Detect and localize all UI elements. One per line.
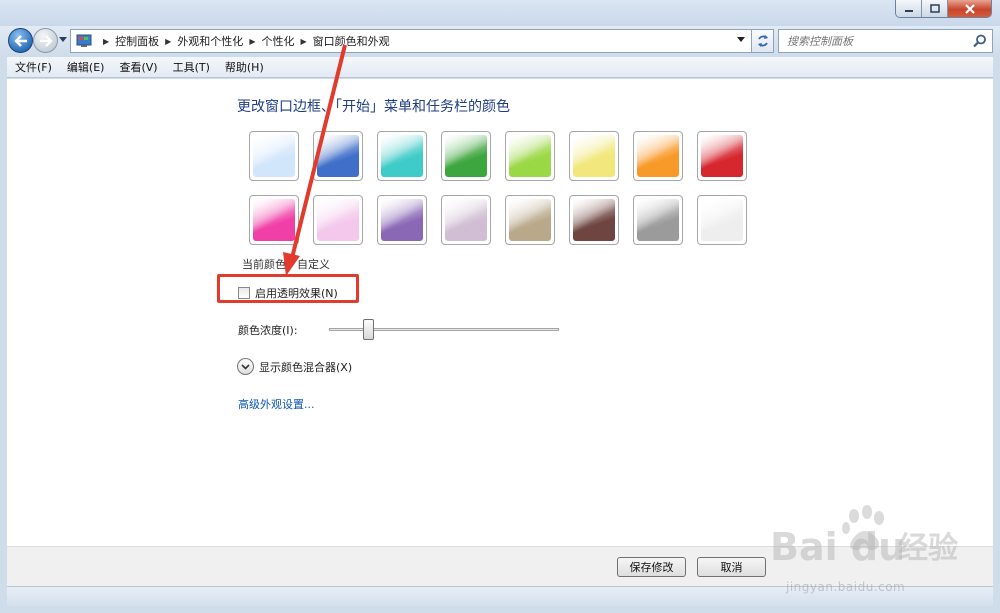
- history-dropdown-icon[interactable]: [59, 37, 67, 42]
- advanced-appearance-link[interactable]: 高级外观设置...: [238, 396, 315, 412]
- back-arrow-icon: [13, 34, 27, 47]
- breadcrumb-window-color[interactable]: 窗口颜色和外观: [313, 33, 390, 49]
- title-bar: [0, 0, 1000, 26]
- save-changes-button[interactable]: 保存修改: [617, 557, 686, 577]
- minimize-button[interactable]: [896, 0, 922, 17]
- chevron-down-icon[interactable]: [237, 358, 254, 375]
- page-title: 更改窗口边框、「开始」菜单和任务栏的颜色: [237, 99, 510, 115]
- menu-bar: 文件(F) 编辑(E) 查看(V) 工具(T) 帮助(H): [7, 57, 993, 78]
- address-dropdown-icon[interactable]: [737, 37, 745, 42]
- svg-text:Bai du: Bai du: [770, 525, 905, 569]
- watermark-url: jingyan.baidu.com: [786, 580, 906, 594]
- breadcrumb-separator-icon[interactable]: ▶: [165, 37, 171, 46]
- cancel-button[interactable]: 取消: [697, 557, 766, 577]
- maximize-icon: [929, 4, 940, 13]
- color-intensity-slider-thumb[interactable]: [363, 319, 375, 340]
- breadcrumb-separator-icon: ▶: [103, 36, 110, 46]
- menu-view[interactable]: 查看(V): [119, 59, 157, 75]
- address-field[interactable]: ▶ 控制面板 ▶ 外观和个性化 ▶ 个性化 ▶ 窗口颜色和外观: [70, 29, 752, 53]
- menu-edit[interactable]: 编辑(E): [67, 59, 105, 75]
- breadcrumb: ▶ 控制面板 ▶ 外观和个性化 ▶ 个性化 ▶ 窗口颜色和外观: [97, 33, 390, 49]
- breadcrumb-appearance[interactable]: 外观和个性化: [177, 33, 243, 49]
- address-bar: ▶ 控制面板 ▶ 外观和个性化 ▶ 个性化 ▶ 窗口颜色和外观: [0, 26, 1000, 56]
- refresh-icon: [757, 35, 768, 47]
- breadcrumb-personalization[interactable]: 个性化: [261, 33, 294, 49]
- current-color-label: 当前颜色：自定义: [242, 258, 330, 271]
- menu-help[interactable]: 帮助(H): [225, 59, 264, 75]
- color-swatch-sun[interactable]: [569, 131, 619, 181]
- breadcrumb-control-panel[interactable]: 控制面板: [115, 33, 159, 49]
- back-button[interactable]: [8, 28, 33, 53]
- search-input[interactable]: [779, 30, 964, 52]
- control-panel-icon: [76, 34, 92, 47]
- color-swatch-taupe[interactable]: [505, 195, 555, 245]
- menu-tools[interactable]: 工具(T): [173, 59, 210, 75]
- search-box[interactable]: [778, 29, 993, 53]
- breadcrumb-separator-icon[interactable]: ▶: [249, 37, 255, 46]
- refresh-button[interactable]: [752, 29, 774, 53]
- color-swatch-sky[interactable]: [249, 131, 299, 181]
- close-button[interactable]: [948, 0, 991, 17]
- color-swatch-ruby[interactable]: [697, 131, 747, 181]
- breadcrumb-separator-icon[interactable]: ▶: [300, 37, 306, 46]
- color-mixer-toggle[interactable]: 显示颜色混合器(X): [237, 358, 352, 375]
- color-swatch-chocolate[interactable]: [569, 195, 619, 245]
- main-content: 更改窗口边框、「开始」菜单和任务栏的颜色 当前颜色：自定义 启用透明效果(N) …: [7, 79, 993, 546]
- baidu-watermark: Bai du 经验 jingyan.baidu.com: [766, 498, 996, 606]
- maximize-button[interactable]: [922, 0, 948, 17]
- color-swatch-slate[interactable]: [633, 195, 683, 245]
- color-swatch-leaf[interactable]: [441, 131, 491, 181]
- baidu-logo-icon: Bai du 经验: [770, 505, 958, 569]
- close-icon: [964, 3, 975, 14]
- search-icon[interactable]: [973, 34, 987, 48]
- color-swatch-frost[interactable]: [697, 195, 747, 245]
- window-controls: [895, 0, 992, 18]
- svg-text:经验: 经验: [898, 531, 958, 566]
- color-swatch-sea[interactable]: [377, 131, 427, 181]
- forward-button[interactable]: [33, 28, 58, 53]
- color-swatch-pumpkin[interactable]: [633, 131, 683, 181]
- color-swatch-lavender[interactable]: [441, 195, 491, 245]
- color-swatch-lime[interactable]: [505, 131, 555, 181]
- color-swatch-fuchsia[interactable]: [249, 195, 299, 245]
- color-intensity-label: 颜色浓度(I):: [238, 324, 298, 337]
- annotation-highlight-box: [217, 274, 359, 303]
- forward-arrow-icon: [39, 34, 53, 47]
- color-mixer-label[interactable]: 显示颜色混合器(X): [259, 359, 352, 375]
- color-swatch-violet[interactable]: [377, 195, 427, 245]
- minimize-icon: [904, 9, 913, 12]
- color-swatch-twilight[interactable]: [313, 131, 363, 181]
- color-swatch-blush[interactable]: [313, 195, 363, 245]
- menu-file[interactable]: 文件(F): [15, 59, 52, 75]
